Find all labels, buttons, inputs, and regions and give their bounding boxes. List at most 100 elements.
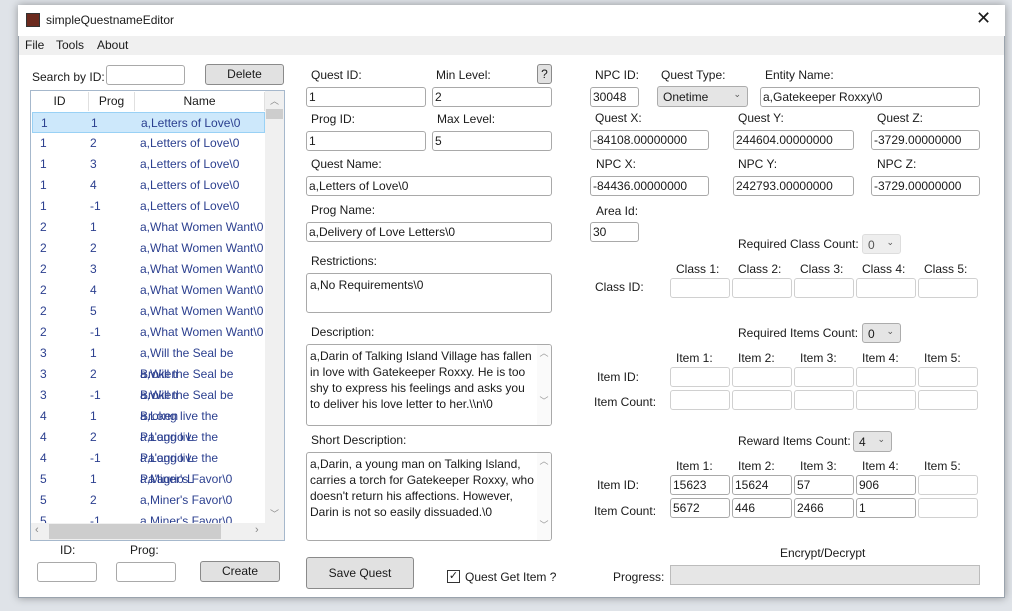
delete-button[interactable]: Delete	[205, 64, 284, 85]
reward-item-count-input-4[interactable]: 1	[856, 498, 916, 518]
list-item[interactable]: 4 -1 a,Long live the Pa'agrio L	[32, 448, 265, 486]
required-item-id-input-1[interactable]	[670, 367, 730, 387]
list-item[interactable]: 3 1 a,Will the Seal be Broken	[32, 343, 265, 381]
new-prog-input[interactable]	[116, 562, 176, 582]
area-id-label: Area Id:	[596, 204, 639, 218]
column-header-prog[interactable]: Prog	[89, 92, 135, 111]
list-item[interactable]: 1 2 a,Letters of Love\0	[32, 133, 265, 154]
required-item-count-input-3[interactable]	[794, 390, 854, 410]
list-item[interactable]: 3 -1 a,Will the Seal be Broken	[32, 385, 265, 423]
npc-z-input[interactable]: -3729.00000000	[871, 176, 980, 196]
max-level-input[interactable]: 5	[432, 131, 552, 151]
list-item[interactable]: 2 -1 a,What Women Want\0	[32, 322, 265, 343]
list-item[interactable]: 3 2 a,Will the Seal be Broken	[32, 364, 265, 402]
required-item-count-input-1[interactable]	[670, 390, 730, 410]
reward-items-count-select[interactable]: 4 ⌄	[853, 431, 892, 452]
list-item[interactable]: 1 1 a,Letters of Love\0	[32, 112, 265, 133]
menu-file[interactable]: File	[25, 38, 44, 52]
horizontal-scroll-thumb[interactable]	[49, 524, 221, 539]
quest-get-item-checkbox[interactable]: ✓	[447, 570, 460, 583]
restrictions-textarea[interactable]: a,No Requirements\0	[306, 273, 552, 313]
class-id-input-1[interactable]	[670, 278, 730, 298]
list-item[interactable]: 5 2 a,Miner's Favor\0	[32, 490, 265, 511]
class-id-input-5[interactable]	[918, 278, 978, 298]
list-item[interactable]: 1 4 a,Letters of Love\0	[32, 175, 265, 196]
save-quest-button[interactable]: Save Quest	[306, 557, 414, 589]
menu-about[interactable]: About	[97, 38, 128, 52]
vertical-scroll-thumb[interactable]	[266, 109, 283, 119]
reward-item-id-input-3[interactable]: 57	[794, 475, 854, 495]
reward-item-count-input-1[interactable]: 5672	[670, 498, 730, 518]
reward-item-id-input-1[interactable]: 15623	[670, 475, 730, 495]
description-label: Description:	[311, 325, 375, 339]
class-id-input-4[interactable]	[856, 278, 916, 298]
area-id-input[interactable]: 30	[590, 222, 639, 242]
npc-x-input[interactable]: -84436.00000000	[590, 176, 709, 196]
scroll-left-icon[interactable]: ‹	[35, 524, 39, 536]
menu-tools[interactable]: Tools	[56, 38, 84, 52]
list-item[interactable]: 2 3 a,What Women Want\0	[32, 259, 265, 280]
reward-item-id-input-5[interactable]	[918, 475, 978, 495]
list-item[interactable]: 4 1 a,Long live the Pa'agrio L	[32, 406, 265, 444]
class-header-4: Class 4:	[862, 262, 906, 276]
list-item[interactable]: 2 2 a,What Women Want\0	[32, 238, 265, 259]
description-textarea[interactable]: a,Darin of Talking Island Village has fa…	[306, 344, 552, 426]
reward-item-count-input-3[interactable]: 2466	[794, 498, 854, 518]
list-item[interactable]: 1 3 a,Letters of Love\0	[32, 154, 265, 175]
required-class-count-select[interactable]: 0 ⌄	[862, 234, 901, 254]
vertical-scrollbar[interactable]: ︿ ﹀	[265, 91, 284, 523]
required-item-count-input-4[interactable]	[856, 390, 916, 410]
quest-z-input[interactable]: -3729.00000000	[871, 130, 980, 150]
prog-name-input[interactable]: a,Delivery of Love Letters\0	[306, 222, 552, 242]
scroll-right-icon[interactable]: ›	[255, 524, 259, 536]
required-item-count-input-2[interactable]	[732, 390, 792, 410]
required-item-count-input-5[interactable]	[918, 390, 978, 410]
quest-list[interactable]: ID Prog Name 1 1 a,Letters of Love\0 1 2 a,Le…	[30, 90, 285, 541]
npc-id-input[interactable]: 30048	[590, 87, 639, 107]
short-description-scrollbar[interactable]: ︿ ﹀	[537, 453, 551, 540]
list-item[interactable]: 2 5 a,What Women Want\0	[32, 301, 265, 322]
list-item[interactable]: 4 2 a,Long live the Pa'agrio L	[32, 427, 265, 465]
quest-name-input[interactable]: a,Letters of Love\0	[306, 176, 552, 196]
quest-id-input[interactable]: 1	[306, 87, 426, 107]
required-item-id-input-5[interactable]	[918, 367, 978, 387]
min-level-input[interactable]: 2	[432, 87, 552, 107]
reward-item-count-input-5[interactable]	[918, 498, 978, 518]
list-item[interactable]: 5 1 a,Miner's Favor\0	[32, 469, 265, 490]
list-item[interactable]: 2 4 a,What Women Want\0	[32, 280, 265, 301]
required-item-id-input-4[interactable]	[856, 367, 916, 387]
quest-type-select[interactable]: Onetime ⌄	[657, 86, 748, 107]
create-button[interactable]: Create	[200, 561, 280, 582]
column-header-name[interactable]: Name	[135, 92, 265, 111]
reward-item-id-input-4[interactable]: 906	[856, 475, 916, 495]
scroll-down-icon[interactable]: ﹀	[270, 507, 279, 520]
class-id-input-3[interactable]	[794, 278, 854, 298]
search-input[interactable]	[106, 65, 185, 85]
cell-prog: 2	[90, 241, 97, 255]
quest-x-input[interactable]: -84108.00000000	[590, 130, 709, 150]
list-item[interactable]: 2 1 a,What Women Want\0	[32, 217, 265, 238]
cell-name: a,What Women Want\0	[140, 304, 264, 318]
npc-y-input[interactable]: 242793.00000000	[733, 176, 854, 196]
required-items-count-select[interactable]: 0 ⌄	[862, 323, 901, 343]
required-items-count-label: Required Items Count:	[738, 326, 859, 340]
short-description-textarea[interactable]: a,Darin, a young man on Talking Island, …	[306, 452, 552, 541]
description-scrollbar[interactable]: ︿ ﹀	[537, 345, 551, 425]
help-button[interactable]: ?	[537, 64, 552, 84]
horizontal-scrollbar[interactable]: ‹ ›	[31, 523, 284, 540]
reward-item-count-input-2[interactable]: 446	[732, 498, 792, 518]
prog-id-input[interactable]: 1	[306, 131, 426, 151]
scroll-up-icon[interactable]: ︿	[270, 94, 279, 107]
reward-item-id-input-2[interactable]: 15624	[732, 475, 792, 495]
list-item[interactable]: 1 -1 a,Letters of Love\0	[32, 196, 265, 217]
class-id-input-2[interactable]	[732, 278, 792, 298]
required-item-id-input-3[interactable]	[794, 367, 854, 387]
quest-y-input[interactable]: 244604.00000000	[733, 130, 854, 150]
close-icon[interactable]: ✕	[976, 8, 991, 29]
npc-x-label: NPC X:	[596, 157, 637, 171]
new-id-input[interactable]	[37, 562, 97, 582]
entity-name-input[interactable]: a,Gatekeeper Roxxy\0	[760, 87, 980, 107]
column-header-id[interactable]: ID	[31, 92, 89, 111]
cell-prog: 3	[90, 157, 97, 171]
required-item-id-input-2[interactable]	[732, 367, 792, 387]
